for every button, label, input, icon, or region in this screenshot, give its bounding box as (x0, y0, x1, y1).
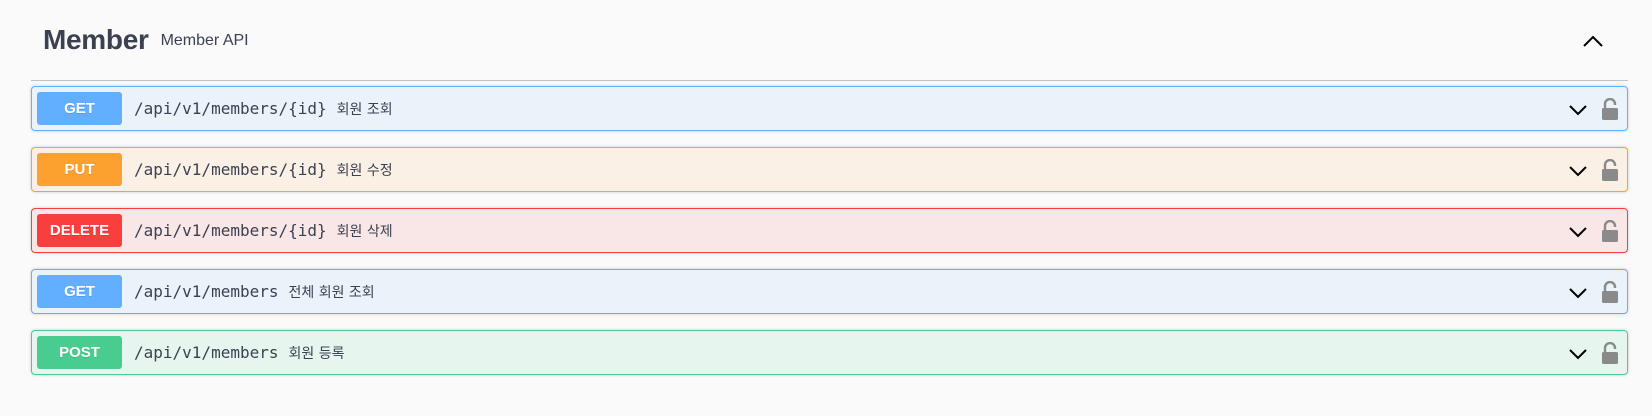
endpoint-path[interactable]: /api/v1/members/{id} (134, 221, 327, 240)
collapse-toggle-button[interactable] (1578, 26, 1608, 56)
chevron-down-icon (1569, 349, 1587, 360)
endpoint-path[interactable]: /api/v1/members (134, 282, 279, 301)
opblock-post-member[interactable]: POST /api/v1/members 회원 등록 (31, 330, 1628, 375)
member-tag-section: Member Member API GET /api/v1/members/{i… (31, 0, 1628, 391)
chevron-down-icon (1569, 288, 1587, 299)
opblock-put-member[interactable]: PUT /api/v1/members/{id} 회원 수정 (31, 147, 1628, 192)
authorize-button[interactable] (1600, 97, 1620, 121)
chevron-down-icon (1569, 227, 1587, 238)
chevron-up-icon (1583, 35, 1603, 47)
opblock-get-member-by-id[interactable]: GET /api/v1/members/{id} 회원 조회 (31, 86, 1628, 131)
authorize-button[interactable] (1600, 158, 1620, 182)
opblock-delete-member[interactable]: DELETE /api/v1/members/{id} 회원 삭제 (31, 208, 1628, 253)
endpoint-summary: 회원 조회 (336, 101, 393, 118)
method-badge: DELETE (37, 214, 122, 247)
endpoint-path[interactable]: /api/v1/members (134, 343, 279, 362)
expand-button[interactable] (1567, 160, 1589, 182)
lock-icon (1602, 342, 1618, 364)
endpoint-summary: 회원 등록 (288, 345, 345, 362)
member-tag-header[interactable]: Member Member API (31, 0, 1628, 81)
operations-list: GET /api/v1/members/{id} 회원 조회 PUT /api/… (31, 86, 1628, 375)
endpoint-summary: 전체 회원 조회 (288, 284, 375, 301)
lock-icon (1602, 98, 1618, 120)
expand-button[interactable] (1567, 282, 1589, 304)
expand-button[interactable] (1567, 343, 1589, 365)
opblock-get-all-members[interactable]: GET /api/v1/members 전체 회원 조회 (31, 269, 1628, 314)
tag-title: Member (43, 24, 149, 55)
method-badge: PUT (37, 153, 122, 186)
method-badge: GET (37, 92, 122, 125)
authorize-button[interactable] (1600, 280, 1620, 304)
lock-icon (1602, 220, 1618, 242)
chevron-down-icon (1569, 166, 1587, 177)
endpoint-summary: 회원 수정 (336, 162, 393, 179)
method-badge: GET (37, 275, 122, 308)
tag-description: Member API (160, 32, 249, 49)
endpoint-path[interactable]: /api/v1/members/{id} (134, 99, 327, 118)
endpoint-summary: 회원 삭제 (336, 223, 393, 240)
chevron-down-icon (1569, 105, 1587, 116)
authorize-button[interactable] (1600, 219, 1620, 243)
expand-button[interactable] (1567, 221, 1589, 243)
expand-button[interactable] (1567, 99, 1589, 121)
lock-icon (1602, 159, 1618, 181)
endpoint-path[interactable]: /api/v1/members/{id} (134, 160, 327, 179)
authorize-button[interactable] (1600, 341, 1620, 365)
method-badge: POST (37, 336, 122, 369)
lock-icon (1602, 281, 1618, 303)
